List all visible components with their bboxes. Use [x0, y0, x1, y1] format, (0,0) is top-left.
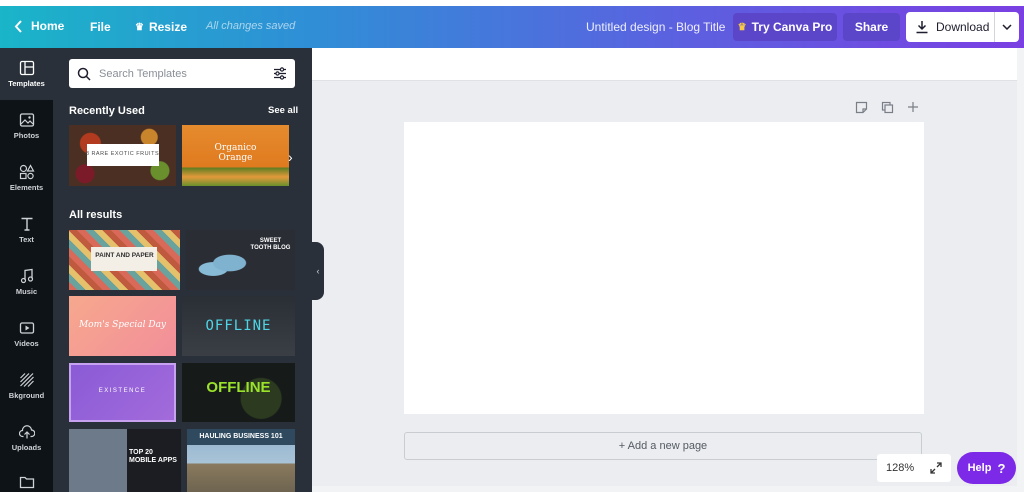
rail-label: Elements: [9, 183, 44, 192]
chevron-left-icon: [14, 19, 22, 33]
rail-label: Music: [15, 287, 38, 296]
side-rail: Templates Photos Elements Text Music Vid…: [0, 48, 53, 492]
chevron-right-icon[interactable]: ›: [288, 149, 293, 165]
try-pro-label: Try Canva Pro: [751, 20, 833, 34]
template-thumb[interactable]: HAULING BUSINESS 101: [187, 429, 295, 492]
page-tools: [855, 101, 919, 114]
design-page[interactable]: [404, 122, 924, 414]
rail-label: Bkground: [8, 391, 45, 400]
download-main[interactable]: Download: [906, 12, 994, 42]
rail-item-uploads[interactable]: Uploads: [0, 412, 53, 464]
fullscreen-icon[interactable]: [930, 462, 942, 474]
zoom-control[interactable]: 128%: [877, 454, 951, 482]
template-thumb[interactable]: OFFLINE: [182, 296, 295, 356]
uploads-icon: [18, 425, 35, 439]
text-icon: [21, 217, 32, 231]
collapse-panel-button[interactable]: ‹: [312, 242, 324, 300]
template-title: EXISTENCE: [98, 388, 147, 394]
template-thumb[interactable]: OFFLINE: [182, 363, 295, 422]
rail-item-photos[interactable]: Photos: [0, 100, 53, 152]
music-icon: [20, 268, 33, 284]
add-page-icon[interactable]: [907, 101, 919, 113]
share-button[interactable]: Share: [843, 13, 900, 41]
download-options-button[interactable]: [994, 12, 1019, 42]
download-button[interactable]: Download: [906, 12, 1019, 42]
help-label: Help: [967, 462, 992, 474]
rail-item-templates[interactable]: Templates: [0, 48, 53, 100]
download-label: Download: [936, 20, 990, 34]
horizontal-scrollbar[interactable]: [312, 486, 1024, 492]
chevron-down-icon: [1002, 24, 1012, 30]
rail-item-background[interactable]: Bkground: [0, 360, 53, 412]
rail-item-elements[interactable]: Elements: [0, 152, 53, 204]
save-status: All changes saved: [206, 20, 296, 32]
rail-label: Templates: [8, 79, 45, 88]
rail-label: Uploads: [11, 443, 42, 452]
share-label: Share: [854, 20, 889, 34]
canvas-toolbar: [312, 48, 1024, 81]
background-icon: [19, 373, 34, 387]
download-icon: [916, 21, 928, 34]
rail-item-music[interactable]: Music: [0, 256, 53, 308]
rail-label: Videos: [14, 339, 39, 348]
elements-icon: [19, 164, 35, 180]
templates-icon: [19, 60, 34, 76]
template-title: SWEET TOOTH BLOG: [250, 238, 291, 251]
template-title: OFFLINE: [205, 318, 272, 334]
templates-panel: Recently Used See all 8 RARE EXOTIC FRUI…: [53, 48, 312, 492]
resize-label: Resize: [148, 20, 187, 34]
template-thumb[interactable]: EXISTENCE: [69, 363, 176, 422]
crown-icon: ♛: [135, 21, 144, 33]
videos-icon: [19, 322, 34, 334]
template-thumb[interactable]: Mom's Special Day: [69, 296, 176, 356]
design-title[interactable]: Untitled design - Blog Title: [586, 20, 725, 34]
help-button[interactable]: Help ?: [957, 452, 1016, 484]
top-toolbar: Home File ♛ Resize All changes saved Unt…: [0, 6, 1024, 48]
photos-icon: [19, 113, 34, 127]
rail-label: Text: [19, 235, 34, 244]
recent-template-thumb[interactable]: Organico Orange: [182, 125, 289, 186]
rail-label: Photos: [13, 131, 40, 140]
duplicate-page-icon[interactable]: [881, 101, 894, 114]
all-results-heading: All results: [69, 209, 123, 221]
template-title: Organico Orange: [214, 143, 257, 163]
rail-item-text[interactable]: Text: [0, 204, 53, 256]
filter-icon[interactable]: [265, 67, 295, 80]
rail-item-folders[interactable]: [0, 464, 53, 492]
search-box[interactable]: [69, 59, 295, 88]
file-menu[interactable]: File: [90, 20, 111, 34]
vertical-scrollbar[interactable]: [1017, 48, 1024, 488]
recent-template-thumb[interactable]: 8 RARE EXOTIC FRUITS: [69, 125, 176, 186]
template-title: OFFLINE: [206, 379, 271, 396]
crown-icon: ♛: [737, 21, 747, 33]
template-thumb[interactable]: PAINT AND PAPER: [69, 230, 180, 290]
template-title: 8 RARE EXOTIC FRUITS: [85, 151, 160, 157]
recently-used-heading: Recently Used: [69, 105, 145, 117]
template-title: PAINT AND PAPER: [95, 252, 154, 259]
template-title: TOP 20 MOBILE APPS: [129, 449, 177, 464]
template-thumb[interactable]: TOP 20 MOBILE APPS: [69, 429, 181, 492]
see-all-link[interactable]: See all: [268, 105, 298, 116]
folder-icon: [19, 476, 34, 489]
zoom-level[interactable]: 128%: [886, 462, 914, 474]
search-input[interactable]: [99, 67, 265, 80]
search-icon: [69, 67, 99, 81]
resize-button[interactable]: ♛ Resize: [135, 20, 187, 34]
file-label: File: [90, 20, 111, 34]
notes-icon[interactable]: [855, 101, 868, 114]
template-title: HAULING BUSINESS 101: [199, 433, 283, 440]
question-icon: ?: [997, 460, 1006, 476]
chevron-left-icon: ‹: [316, 266, 320, 276]
home-label: Home: [31, 19, 65, 33]
add-new-page-button[interactable]: + Add a new page: [404, 432, 922, 460]
rail-item-videos[interactable]: Videos: [0, 308, 53, 360]
template-title: Mom's Special Day: [78, 320, 167, 330]
home-button[interactable]: Home: [14, 19, 64, 33]
try-canva-pro-button[interactable]: ♛ Try Canva Pro: [733, 13, 837, 41]
template-thumb[interactable]: SWEET TOOTH BLOG: [186, 230, 295, 290]
